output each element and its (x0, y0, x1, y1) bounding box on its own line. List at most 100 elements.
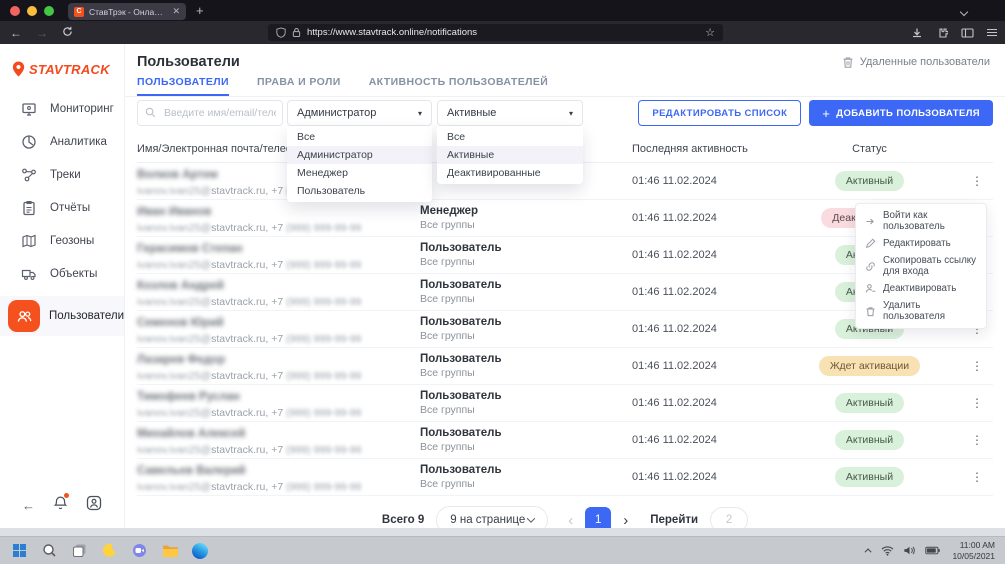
tray-expand-chevron-icon[interactable] (865, 548, 872, 555)
search-taskbar-icon[interactable] (40, 541, 59, 560)
row-context-menu: Войти как пользователь Редактировать Ско… (855, 203, 987, 329)
tab-user-activity[interactable]: АКТИВНОСТЬ ПОЛЬЗОВАТЕЛЕЙ (369, 76, 549, 96)
sidebar-item-objects[interactable]: Объекты (0, 257, 124, 290)
dropdown-option[interactable]: Все (437, 128, 583, 146)
edge-browser-icon[interactable] (190, 541, 209, 560)
login-arrow-icon (865, 216, 876, 227)
list-tabs-chevron-icon[interactable] (961, 2, 967, 20)
wifi-icon[interactable] (881, 545, 894, 556)
user-contact: ivanov.ivan25@stavtrack.ru, +7 (999) 999… (137, 222, 420, 234)
user-name: Козлов Андрей (137, 280, 224, 292)
browser-navbar: ← → https://www.stavtrack.online/notific… (0, 21, 1005, 44)
extensions-icon[interactable] (936, 27, 948, 39)
status-filter-select[interactable]: Активные ▾ (437, 100, 583, 126)
tab-users[interactable]: ПОЛЬЗОВАТЕЛИ (137, 76, 229, 96)
dropdown-option[interactable]: Деактивированные (437, 164, 583, 182)
search-box (137, 100, 283, 126)
table-row: Тимофеев Руслан ivanov.ivan25@stavtrack.… (137, 385, 993, 422)
role-filter-select[interactable]: Администратор ▾ (287, 100, 432, 126)
forward-nav-icon[interactable]: → (36, 27, 48, 39)
sidebar-item-analytics[interactable]: Аналитика (0, 125, 124, 158)
user-name: Тимофеев Руслан (137, 391, 240, 403)
total-count-label: Всего 9 (382, 514, 424, 526)
menu-hamburger-icon[interactable] (987, 29, 997, 37)
taskbar-clock[interactable]: 11:00 AM 10/05/2021 (952, 540, 995, 561)
file-explorer-icon[interactable] (160, 541, 179, 560)
window-controls (10, 6, 54, 16)
back-nav-icon[interactable]: ← (10, 27, 22, 39)
table-row: Лазарев Федор ivanov.ivan25@stavtrack.ru… (137, 348, 993, 385)
status-badge: Активный (835, 393, 904, 413)
next-page-button[interactable]: › (623, 512, 628, 529)
app-window: STAVTRACK Мониторинг Аналитика Треки Отч… (0, 44, 1005, 528)
dropdown-option[interactable]: Менеджер (287, 164, 432, 182)
row-menu-kebab-icon[interactable]: ⋮ (967, 394, 987, 412)
last-activity: 01:46 11.02.2024 (632, 323, 787, 335)
browser-tab-title: СтавТрэк - Онлайн мониторин (89, 7, 167, 17)
objects-icon (20, 265, 37, 282)
profile-icon[interactable] (86, 495, 102, 516)
search-icon (145, 107, 156, 118)
dropdown-option[interactable]: Активные (437, 146, 583, 164)
sidebar-bottom-bar: ← (0, 495, 124, 516)
search-input[interactable] (137, 100, 283, 126)
tab-close-icon[interactable]: ✕ (172, 6, 180, 17)
prev-page-button[interactable]: ‹ (568, 512, 573, 529)
sidebar-item-users[interactable]: Пользователи (0, 296, 124, 336)
task-view-icon[interactable] (70, 541, 89, 560)
row-menu-kebab-icon[interactable]: ⋮ (967, 431, 987, 449)
battery-icon[interactable] (925, 546, 940, 555)
page-tabs: ПОЛЬЗОВАТЕЛИ ПРАВА И РОЛИ АКТИВНОСТЬ ПОЛ… (125, 70, 1005, 97)
screen: С СтавТрэк - Онлайн мониторин ✕ + ← → ht… (0, 0, 1005, 564)
new-tab-button[interactable]: + (196, 3, 204, 18)
dropdown-option[interactable]: Администратор (287, 146, 432, 164)
sidebar-item-tracks[interactable]: Треки (0, 158, 124, 191)
user-name: Михайлов Алексей (137, 428, 245, 440)
menu-item-login-as-user[interactable]: Войти как пользователь (856, 207, 986, 235)
chevron-down-icon (527, 514, 535, 522)
dropdown-option[interactable]: Все (287, 128, 432, 146)
dropdown-option[interactable]: Пользователь (287, 182, 432, 200)
menu-item-edit[interactable]: Редактировать (856, 235, 986, 252)
maximize-window-button[interactable] (44, 6, 54, 16)
moon-app-icon[interactable] (100, 541, 119, 560)
browser-tabbar: С СтавТрэк - Онлайн мониторин ✕ + (0, 0, 1005, 21)
edit-list-button[interactable]: РЕДАКТИРОВАТЬ СПИСОК (638, 100, 801, 126)
collapse-sidebar-icon[interactable]: ← (22, 498, 35, 513)
row-menu-kebab-icon[interactable]: ⋮ (967, 357, 987, 375)
browser-tab[interactable]: С СтавТрэк - Онлайн мониторин ✕ (68, 3, 186, 20)
user-name: Герасимов Степан (137, 243, 242, 255)
minimize-window-button[interactable] (27, 6, 37, 16)
browser-chrome: С СтавТрэк - Онлайн мониторин ✕ + ← → ht… (0, 0, 1005, 44)
row-menu-kebab-icon[interactable]: ⋮ (967, 468, 987, 486)
sidebar-item-reports[interactable]: Отчёты (0, 191, 124, 224)
tab-rights-roles[interactable]: ПРАВА И РОЛИ (257, 76, 341, 96)
sidebar-item-monitoring[interactable]: Мониторинг (0, 92, 124, 125)
menu-item-delete-user[interactable]: Удалить пользователя (856, 297, 986, 325)
menu-item-deactivate[interactable]: Деактивировать (856, 280, 986, 297)
bookmark-star-icon[interactable]: ☆ (705, 26, 715, 39)
add-user-button[interactable]: + ДОБАВИТЬ ПОЛЬЗОВАТЕЛЯ (809, 100, 993, 126)
trash-icon (842, 56, 854, 69)
sidebar-item-geozones[interactable]: Геозоны (0, 224, 124, 257)
sidebar-item-label: Аналитика (50, 136, 107, 148)
chat-app-icon[interactable] (130, 541, 149, 560)
deleted-users-link[interactable]: Удаленные пользователи (842, 56, 990, 69)
reports-icon (20, 199, 37, 216)
user-group: Все группы (420, 293, 632, 305)
notifications-bell-icon[interactable] (53, 495, 68, 516)
sidebar-panel-icon[interactable] (961, 27, 974, 39)
volume-icon[interactable] (903, 545, 916, 556)
reload-icon[interactable] (62, 26, 73, 39)
start-button-icon[interactable] (10, 541, 29, 560)
user-role: Пользователь (420, 464, 632, 476)
user-contact: ivanov.ivan25@stavtrack.ru, +7 (999) 999… (137, 444, 420, 456)
col-header-activity: Последняя активность (632, 143, 787, 155)
downloads-icon[interactable] (911, 27, 923, 39)
system-tray: 11:00 AM 10/05/2021 (867, 540, 995, 561)
url-bar[interactable]: https://www.stavtrack.online/notificatio… (268, 24, 723, 41)
close-window-button[interactable] (10, 6, 20, 16)
row-menu-kebab-icon[interactable]: ⋮ (967, 172, 987, 190)
menu-item-copy-login-link[interactable]: Скопировать ссылку для входа (856, 252, 986, 280)
last-activity: 01:46 11.02.2024 (632, 175, 787, 187)
